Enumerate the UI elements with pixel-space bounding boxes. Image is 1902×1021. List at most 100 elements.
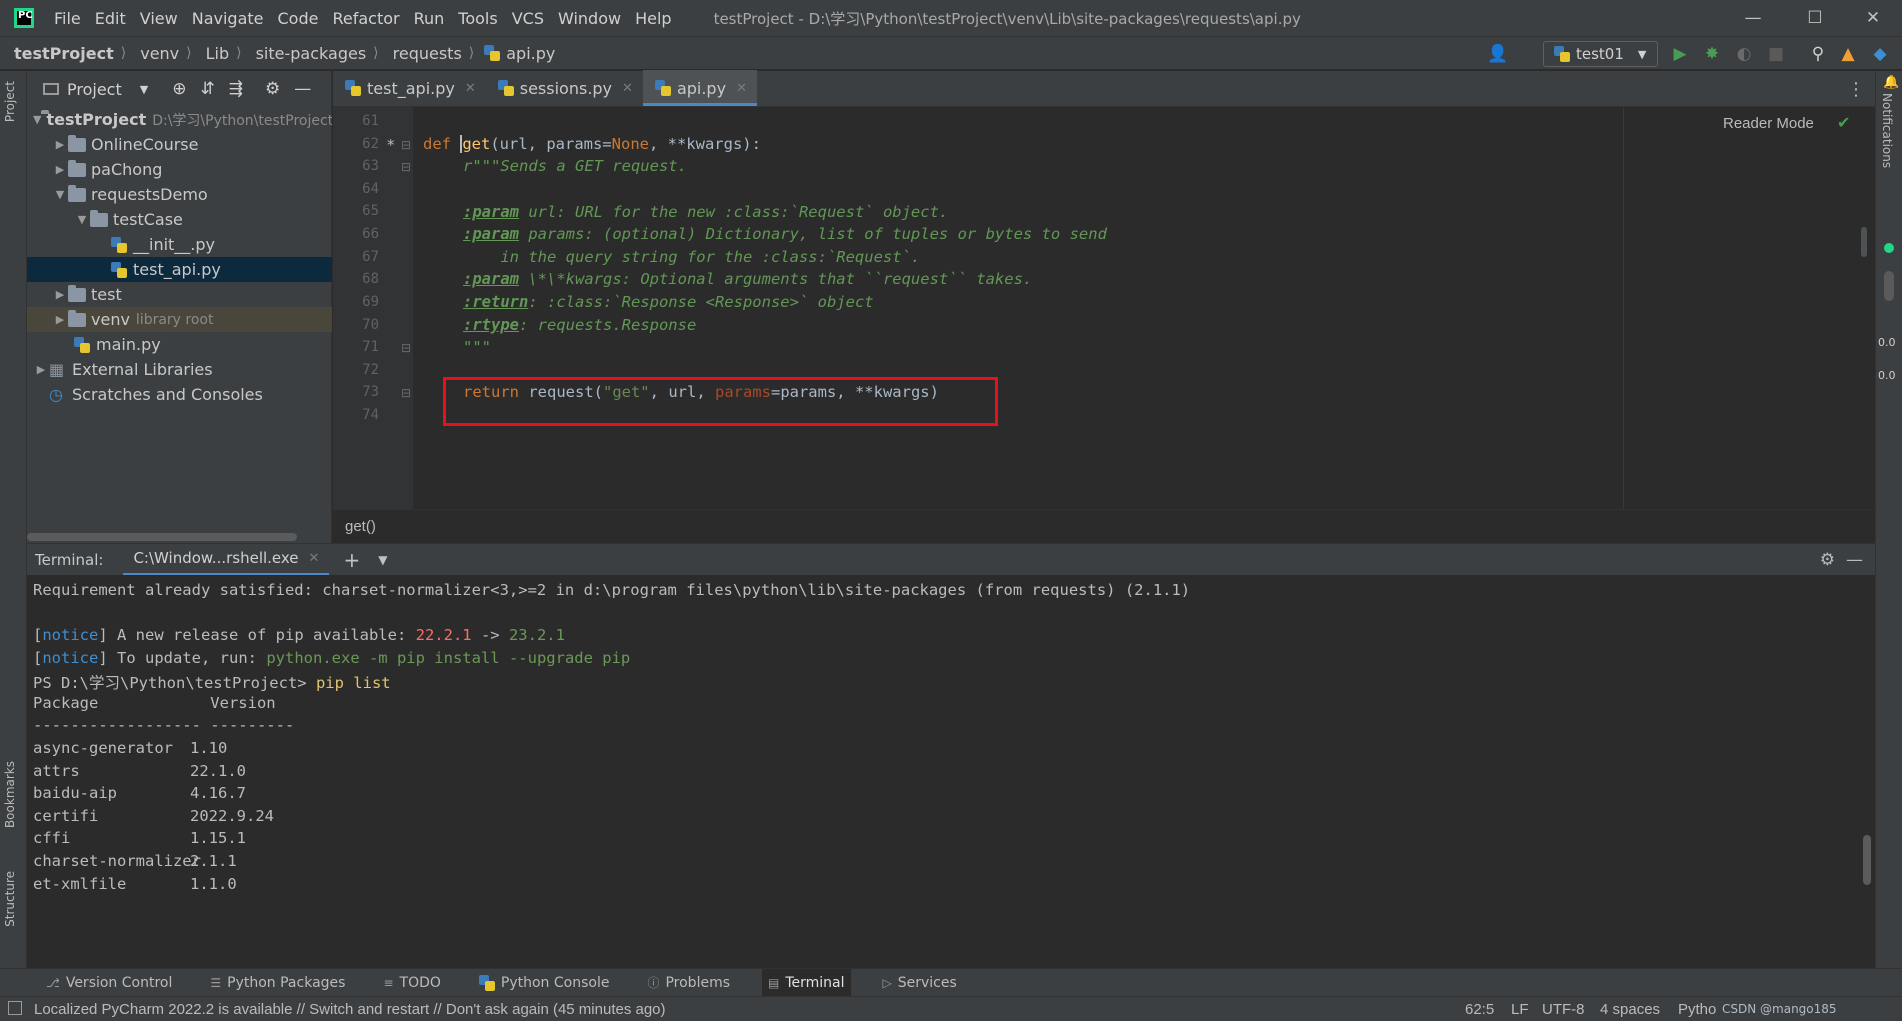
stop-icon[interactable]: ■: [1766, 44, 1786, 64]
tool-tab-services[interactable]: ▷ Services: [877, 969, 963, 997]
project-panel-title[interactable]: Project: [67, 80, 122, 99]
tree-item-testcase[interactable]: ▼ testCase: [27, 207, 332, 232]
tool-tab-todo[interactable]: ≡ TODO: [377, 969, 446, 997]
tab-sessions-py[interactable]: sessions.py ✕: [486, 70, 643, 106]
chevron-down-icon[interactable]: ▼: [33, 113, 41, 126]
toggle-tool-windows-icon[interactable]: [8, 1001, 22, 1015]
tool-tab-python-packages[interactable]: ☰ Python Packages: [204, 969, 351, 997]
code-editor[interactable]: 60 61 62 * 63 64 65 66 67 68 69 70 71 72…: [333, 107, 1875, 509]
update-icon[interactable]: ▲: [1838, 44, 1858, 64]
fold-icon[interactable]: ⊟: [401, 341, 411, 355]
tree-item-test-api-py[interactable]: test_api.py: [27, 257, 332, 282]
breadcrumb-api-py[interactable]: api.py: [506, 44, 555, 63]
menu-code[interactable]: Code: [278, 9, 319, 28]
project-tool-window-tab[interactable]: Project: [3, 81, 17, 122]
menu-refactor[interactable]: Refactor: [332, 9, 399, 28]
run-configuration-select[interactable]: test01 ▼: [1543, 41, 1658, 67]
menu-run[interactable]: Run: [414, 9, 445, 28]
tree-item-init-py[interactable]: __init__.py: [27, 232, 332, 257]
tree-item-main-py[interactable]: main.py: [27, 332, 332, 357]
close-icon[interactable]: ✕: [465, 81, 476, 96]
search-icon[interactable]: ⚲: [1808, 44, 1828, 64]
breadcrumb-project[interactable]: testProject: [14, 44, 114, 63]
user-icon[interactable]: 👤: [1487, 44, 1508, 64]
locate-icon[interactable]: ⊕: [172, 79, 186, 99]
chevron-right-icon[interactable]: ▶: [33, 363, 49, 376]
file-encoding[interactable]: UTF-8: [1542, 1001, 1585, 1018]
chevron-down-icon[interactable]: ▼: [52, 188, 68, 201]
tree-item-test[interactable]: ▶ test: [27, 282, 332, 307]
fold-icon[interactable]: ⊟: [401, 386, 411, 400]
vertical-scrollbar[interactable]: [1861, 227, 1867, 257]
tree-item-scratches[interactable]: ◷ Scratches and Consoles: [27, 382, 332, 407]
bell-icon[interactable]: 🔔: [1883, 75, 1899, 90]
indent-setting[interactable]: 4 spaces: [1600, 1001, 1660, 1018]
chevron-right-icon[interactable]: ▶: [52, 288, 68, 301]
menu-tools[interactable]: Tools: [458, 9, 497, 28]
close-icon[interactable]: ✕: [309, 551, 320, 566]
close-icon[interactable]: ✕: [736, 81, 747, 96]
expand-all-icon[interactable]: ⇵: [200, 79, 214, 99]
gear-icon[interactable]: ⚙: [1820, 550, 1835, 570]
function-breadcrumb[interactable]: get(): [345, 518, 376, 535]
menu-edit[interactable]: Edit: [95, 9, 126, 28]
notifications-tool-window-tab[interactable]: Notifications: [1880, 93, 1894, 168]
hide-icon[interactable]: —: [294, 79, 311, 99]
fold-icon[interactable]: ⊟: [401, 160, 411, 174]
add-icon[interactable]: +: [343, 548, 360, 572]
plugin-icon[interactable]: ◆: [1870, 44, 1890, 64]
chevron-right-icon[interactable]: ▶: [52, 138, 68, 151]
maximize-icon[interactable]: ☐: [1790, 0, 1840, 36]
menu-window[interactable]: Window: [558, 9, 621, 28]
tool-tab-version-control[interactable]: ⎇ Version Control: [40, 969, 178, 997]
chevron-down-icon[interactable]: ▼: [378, 553, 387, 567]
structure-tool-window-tab[interactable]: Structure: [3, 871, 17, 927]
menu-view[interactable]: View: [140, 9, 178, 28]
menu-help[interactable]: Help: [635, 9, 671, 28]
tree-item-requestsdemo[interactable]: ▼ requestsDemo: [27, 182, 332, 207]
breadcrumb-requests[interactable]: requests: [393, 44, 462, 63]
terminal-session-tab[interactable]: C:\Window...rshell.exe ✕: [123, 544, 330, 576]
python-interpreter[interactable]: Pytho: [1678, 1001, 1716, 1018]
horizontal-scrollbar[interactable]: [27, 533, 297, 541]
tree-item-onlinecourse[interactable]: ▶ OnlineCourse: [27, 132, 332, 157]
tree-item-venv[interactable]: ▶ venv library root: [27, 307, 332, 332]
chevron-right-icon[interactable]: ▶: [52, 313, 68, 326]
checkmark-icon[interactable]: ✔: [1837, 113, 1850, 132]
chevron-right-icon[interactable]: ▶: [52, 163, 68, 176]
breadcrumb-site-packages[interactable]: site-packages: [256, 44, 367, 63]
breadcrumb-venv[interactable]: venv: [140, 44, 179, 63]
menu-navigate[interactable]: Navigate: [192, 9, 264, 28]
chevron-down-icon[interactable]: ▼: [140, 83, 148, 96]
tree-item-external-libraries[interactable]: ▶ ▦ External Libraries: [27, 357, 332, 382]
hide-icon[interactable]: —: [1846, 550, 1863, 570]
more-options-icon[interactable]: ⋮: [1847, 79, 1865, 100]
status-message[interactable]: Localized PyCharm 2022.2 is available //…: [34, 1001, 666, 1018]
terminal-scrollbar[interactable]: [1863, 835, 1871, 885]
tab-api-py[interactable]: api.py ✕: [642, 70, 757, 106]
chevron-down-icon[interactable]: ▼: [74, 213, 90, 226]
menu-vcs[interactable]: VCS: [512, 9, 544, 28]
tool-tab-problems[interactable]: ⓘ Problems: [641, 969, 736, 997]
gear-icon[interactable]: ⚙: [265, 79, 280, 99]
run-icon[interactable]: ▶: [1670, 44, 1690, 64]
terminal-output[interactable]: Requirement already satisfied: charset-n…: [27, 575, 1875, 968]
bookmarks-tool-window-tab[interactable]: Bookmarks: [3, 761, 17, 828]
tree-item-testproject[interactable]: ▼ testProject D:\学习\Python\testProject: [27, 107, 332, 132]
tab-test-api-py[interactable]: test_api.py ✕: [333, 70, 486, 106]
debug-icon[interactable]: ✸: [1702, 44, 1722, 64]
minimize-icon[interactable]: —: [1728, 0, 1778, 36]
coverage-icon[interactable]: ◐: [1734, 44, 1754, 64]
caret-position[interactable]: 62:5: [1465, 1001, 1494, 1018]
tool-tab-python-console[interactable]: Python Console: [473, 969, 616, 997]
breadcrumb-lib[interactable]: Lib: [206, 44, 230, 63]
collapse-all-icon[interactable]: ⇶: [229, 79, 243, 99]
close-icon[interactable]: ✕: [622, 81, 633, 96]
menu-file[interactable]: File: [54, 9, 81, 28]
line-separator[interactable]: LF: [1511, 1001, 1529, 1018]
tool-tab-terminal[interactable]: ▤ Terminal: [762, 968, 851, 997]
close-icon[interactable]: ✕: [1848, 0, 1898, 36]
fold-icon[interactable]: ⊟: [401, 138, 411, 152]
reader-mode-toggle[interactable]: Reader Mode: [1723, 115, 1814, 132]
tree-item-pachong[interactable]: ▶ paChong: [27, 157, 332, 182]
